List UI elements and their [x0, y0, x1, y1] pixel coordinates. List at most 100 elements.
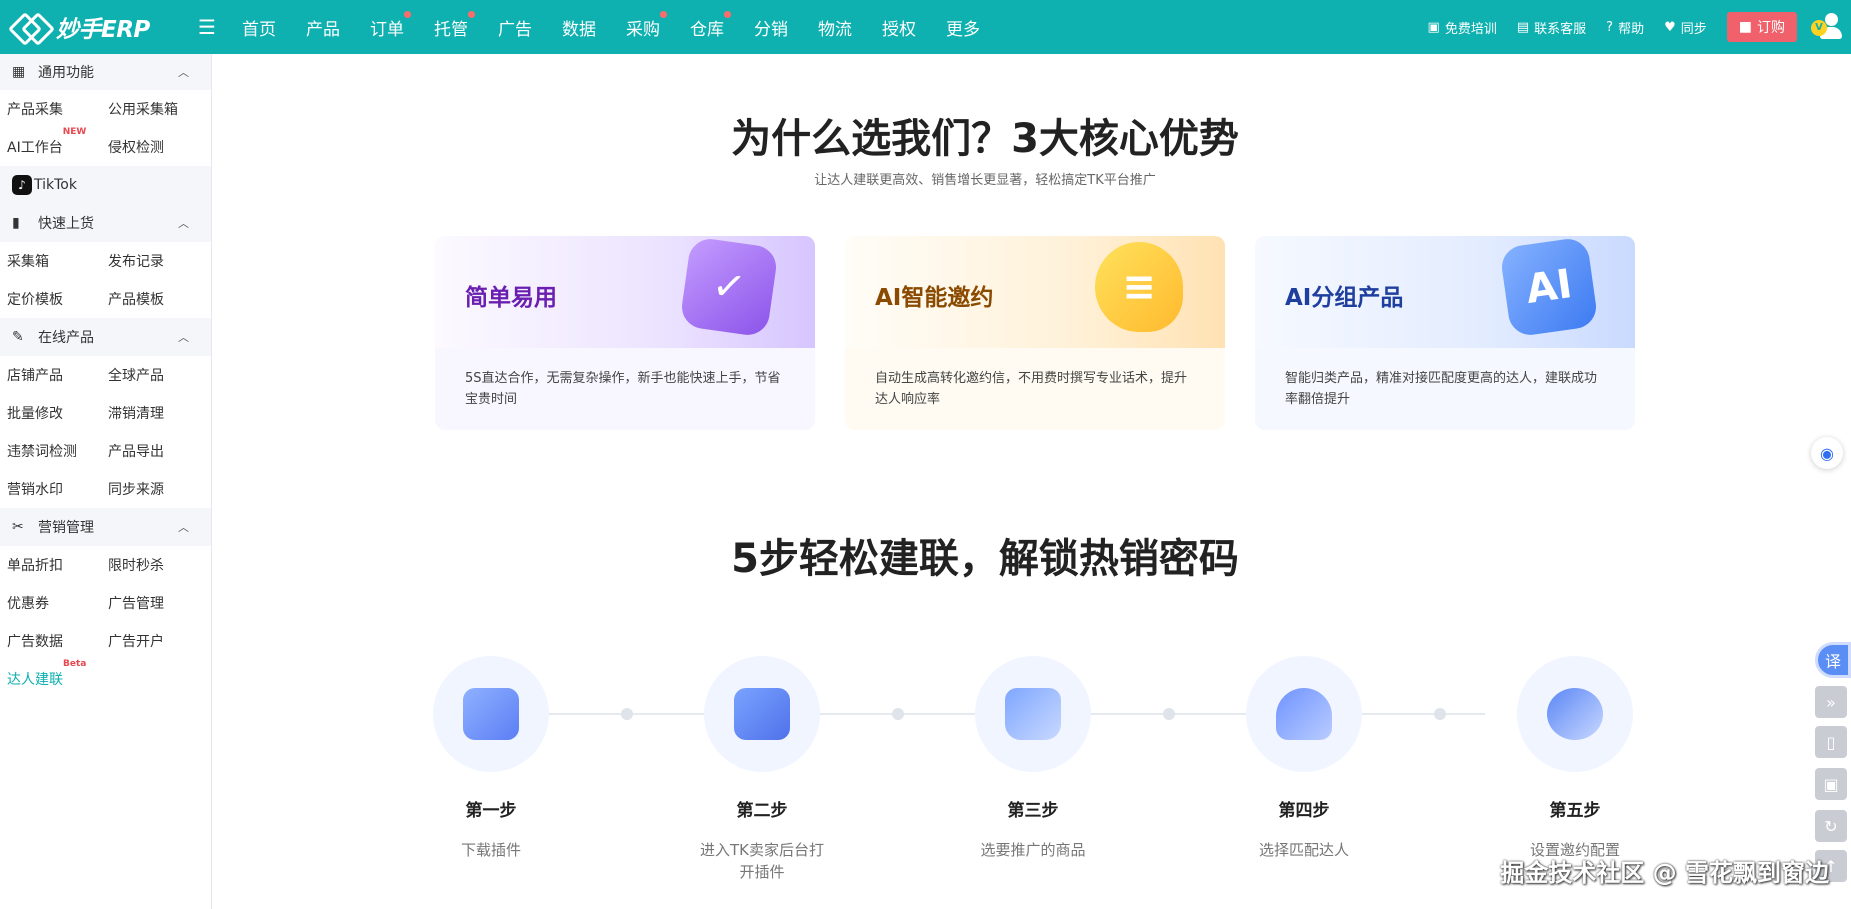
- feature-card-ai-grouping: AI分组产品 AI 智能归类产品，精准对接匹配度更高的达人，建联成功率翻倍提升: [1255, 236, 1635, 430]
- logo-icon: [12, 12, 48, 42]
- edit-icon: ✎: [12, 329, 24, 345]
- nav-item-logistics[interactable]: 物流: [803, 15, 867, 40]
- feature-card-title: 简单易用: [465, 285, 557, 311]
- sidebar-item-collection-box[interactable]: 采集箱: [0, 251, 101, 271]
- step-desc: 进入TK卖家后台打开插件: [700, 841, 824, 881]
- sidebar-item-slow-sales-cleanup[interactable]: 滞销清理: [101, 403, 202, 423]
- free-training-link[interactable]: ▣ 免费培训: [1428, 18, 1497, 37]
- chat-icon: ▤: [1516, 19, 1530, 35]
- sidebar-item-publish-records[interactable]: 发布记录: [101, 251, 202, 271]
- page-heading: 为什么选我们？3大核心优势: [731, 116, 1239, 162]
- feature-card-ai-invite: AI智能邀约 ≡ 自动生成高转化邀约信，不用费时撰写专业话术，提升达人响应率: [845, 236, 1225, 430]
- sidebar-item-store-products[interactable]: 店铺产品: [0, 365, 101, 385]
- logo-text: 妙手ERP: [56, 17, 150, 43]
- user-profile-icon: [1276, 688, 1332, 740]
- top-right-actions: ▣ 免费培训 ▤ 联系客服 ? 帮助 ♥ 同步 ■ 订购 V: [1408, 10, 1851, 44]
- folder-download-icon: [463, 688, 519, 740]
- notification-dot: [724, 10, 731, 18]
- step-title: 第二步: [736, 801, 788, 821]
- sidebar-item-batch-edit[interactable]: 批量修改: [0, 403, 101, 423]
- sidebar-item-global-products[interactable]: 全球产品: [101, 365, 202, 385]
- nav-item-purchase[interactable]: 采购: [611, 10, 675, 40]
- nav-item-warehouse[interactable]: 仓库: [675, 10, 739, 40]
- nav-item-ads[interactable]: 广告: [483, 15, 547, 40]
- page-subheading: 让达人建联更高效、销售增长更显著，轻松搞定TK平台推广: [814, 173, 1156, 188]
- training-icon: ▣: [1427, 19, 1440, 35]
- step-title: 第四步: [1278, 801, 1330, 821]
- sidebar-item-public-collection-box[interactable]: 公用采集箱: [101, 99, 202, 119]
- sidebar-item-sync-source[interactable]: 同步来源: [101, 479, 202, 499]
- translate-button[interactable]: 译: [1815, 642, 1851, 678]
- step-2: 第二步 进入TK卖家后台打开插件: [662, 656, 862, 883]
- menu-toggle-icon[interactable]: ☰: [187, 15, 227, 39]
- nav-item-authorization[interactable]: 授权: [867, 15, 931, 40]
- sidebar-item-creator-outreach[interactable]: 达人建联 Beta: [0, 659, 101, 689]
- sidebar-group-marketing[interactable]: ✂ 营销管理 ︿: [0, 508, 211, 546]
- sidebar-item-pricing-template[interactable]: 定价模板: [0, 289, 101, 309]
- nav-item-products[interactable]: 产品: [291, 15, 355, 40]
- expand-icon[interactable]: »: [1815, 686, 1847, 718]
- settings-gear-icon: [1547, 688, 1603, 740]
- vip-badge: V: [1811, 20, 1827, 36]
- help-link[interactable]: ? 帮助: [1606, 18, 1644, 37]
- sidebar-item-tiktok[interactable]: ♪ TikTok: [0, 166, 211, 204]
- feature-card-desc: 5S直达合作，无需复杂操作，新手也能快速上手，节省宝贵时间: [465, 371, 781, 407]
- nav-item-distribution[interactable]: 分销: [739, 15, 803, 40]
- clock-check-icon: ✓: [679, 236, 779, 338]
- nav-item-home[interactable]: 首页: [227, 15, 291, 40]
- ai-chip-icon: AI: [1499, 236, 1599, 338]
- sidebar-item-single-discount[interactable]: 单品折扣: [0, 555, 101, 575]
- app-logo[interactable]: 妙手ERP: [12, 10, 187, 44]
- sidebar-group-quick-upload[interactable]: ▮ 快速上货 ︿: [0, 204, 211, 242]
- notification-dot: [468, 10, 475, 18]
- sidebar-item-infringement-check[interactable]: 侵权检测: [101, 137, 202, 157]
- main-content: 为什么选我们？3大核心优势 让达人建联更高效、销售增长更显著，轻松搞定TK平台推…: [213, 54, 1851, 909]
- chevron-up-icon: ︿: [178, 66, 189, 79]
- step-connector-dot: [1434, 708, 1446, 720]
- nav-item-orders[interactable]: 订单: [355, 10, 419, 40]
- sidebar-item-ad-management[interactable]: 广告管理: [101, 593, 202, 613]
- nav-item-data[interactable]: 数据: [547, 15, 611, 40]
- sidebar-item-product-export[interactable]: 产品导出: [101, 441, 202, 461]
- sidebar: ▦ 通用功能 ︿ 产品采集 公用采集箱 AI工作台 NEW 侵权检测 ♪ TikT…: [0, 54, 212, 909]
- step-connector-dot: [621, 708, 633, 720]
- step-connector-dot: [1163, 708, 1175, 720]
- sidebar-item-coupons[interactable]: 优惠券: [0, 593, 101, 613]
- browser-window-icon: [734, 688, 790, 740]
- step-3: 第三步 选要推广的商品: [933, 656, 1133, 861]
- user-avatar[interactable]: V: [1811, 10, 1845, 44]
- watermark: 掘金技术社区 @ 雪花飘到窗边: [1500, 859, 1829, 887]
- nav-item-hosting[interactable]: 托管: [419, 10, 483, 40]
- feature-card-title: AI智能邀约: [875, 285, 994, 311]
- step-desc: 选要推广的商品: [980, 841, 1086, 859]
- beta-badge: Beta: [63, 659, 87, 669]
- chevron-up-icon: ︿: [178, 217, 189, 230]
- ticket-icon: ✂: [12, 519, 24, 535]
- order-button[interactable]: ■ 订购: [1726, 12, 1797, 42]
- sidebar-group-general[interactable]: ▦ 通用功能 ︿: [0, 54, 211, 90]
- sidebar-item-ai-workbench[interactable]: AI工作台 NEW: [0, 127, 101, 157]
- sidebar-item-ad-data[interactable]: 广告数据: [0, 631, 101, 651]
- contact-support-link[interactable]: ▤ 联系客服: [1517, 18, 1586, 37]
- sidebar-item-marketing-watermark[interactable]: 营销水印: [0, 479, 101, 499]
- sidebar-item-product-collection[interactable]: 产品采集: [0, 99, 101, 119]
- step-title: 第三步: [1007, 801, 1059, 821]
- sync-link[interactable]: ♥ 同步: [1664, 18, 1707, 37]
- sidebar-item-ad-account-opening[interactable]: 广告开户: [101, 631, 202, 651]
- refresh-icon[interactable]: ↻: [1815, 810, 1847, 842]
- feature-card-title: AI分组产品: [1285, 285, 1404, 311]
- sidebar-item-banned-words-check[interactable]: 违禁词检测: [0, 441, 101, 461]
- sidebar-item-flash-sale[interactable]: 限时秒杀: [101, 555, 202, 575]
- main-nav: 首页 产品 订单 托管 广告 数据 采购 仓库 分销 物流 授权 更多: [227, 0, 995, 54]
- steps-heading: 5步轻松建联，解锁热销密码: [731, 536, 1239, 582]
- screenshot-icon[interactable]: ▣: [1815, 768, 1847, 800]
- notification-dot: [404, 10, 411, 18]
- sidebar-item-product-template[interactable]: 产品模板: [101, 289, 202, 309]
- new-badge: NEW: [62, 127, 87, 137]
- mobile-icon[interactable]: ▯: [1815, 726, 1847, 758]
- nav-item-more[interactable]: 更多: [931, 15, 995, 40]
- step-desc: 下载插件: [460, 841, 521, 859]
- sidebar-group-online-products[interactable]: ✎ 在线产品 ︿: [0, 318, 211, 356]
- floating-chat-icon[interactable]: ◉: [1811, 437, 1843, 469]
- top-navigation-bar: 妙手ERP ☰ 首页 产品 订单 托管 广告 数据 采购 仓库 分销 物流 授权…: [0, 0, 1851, 54]
